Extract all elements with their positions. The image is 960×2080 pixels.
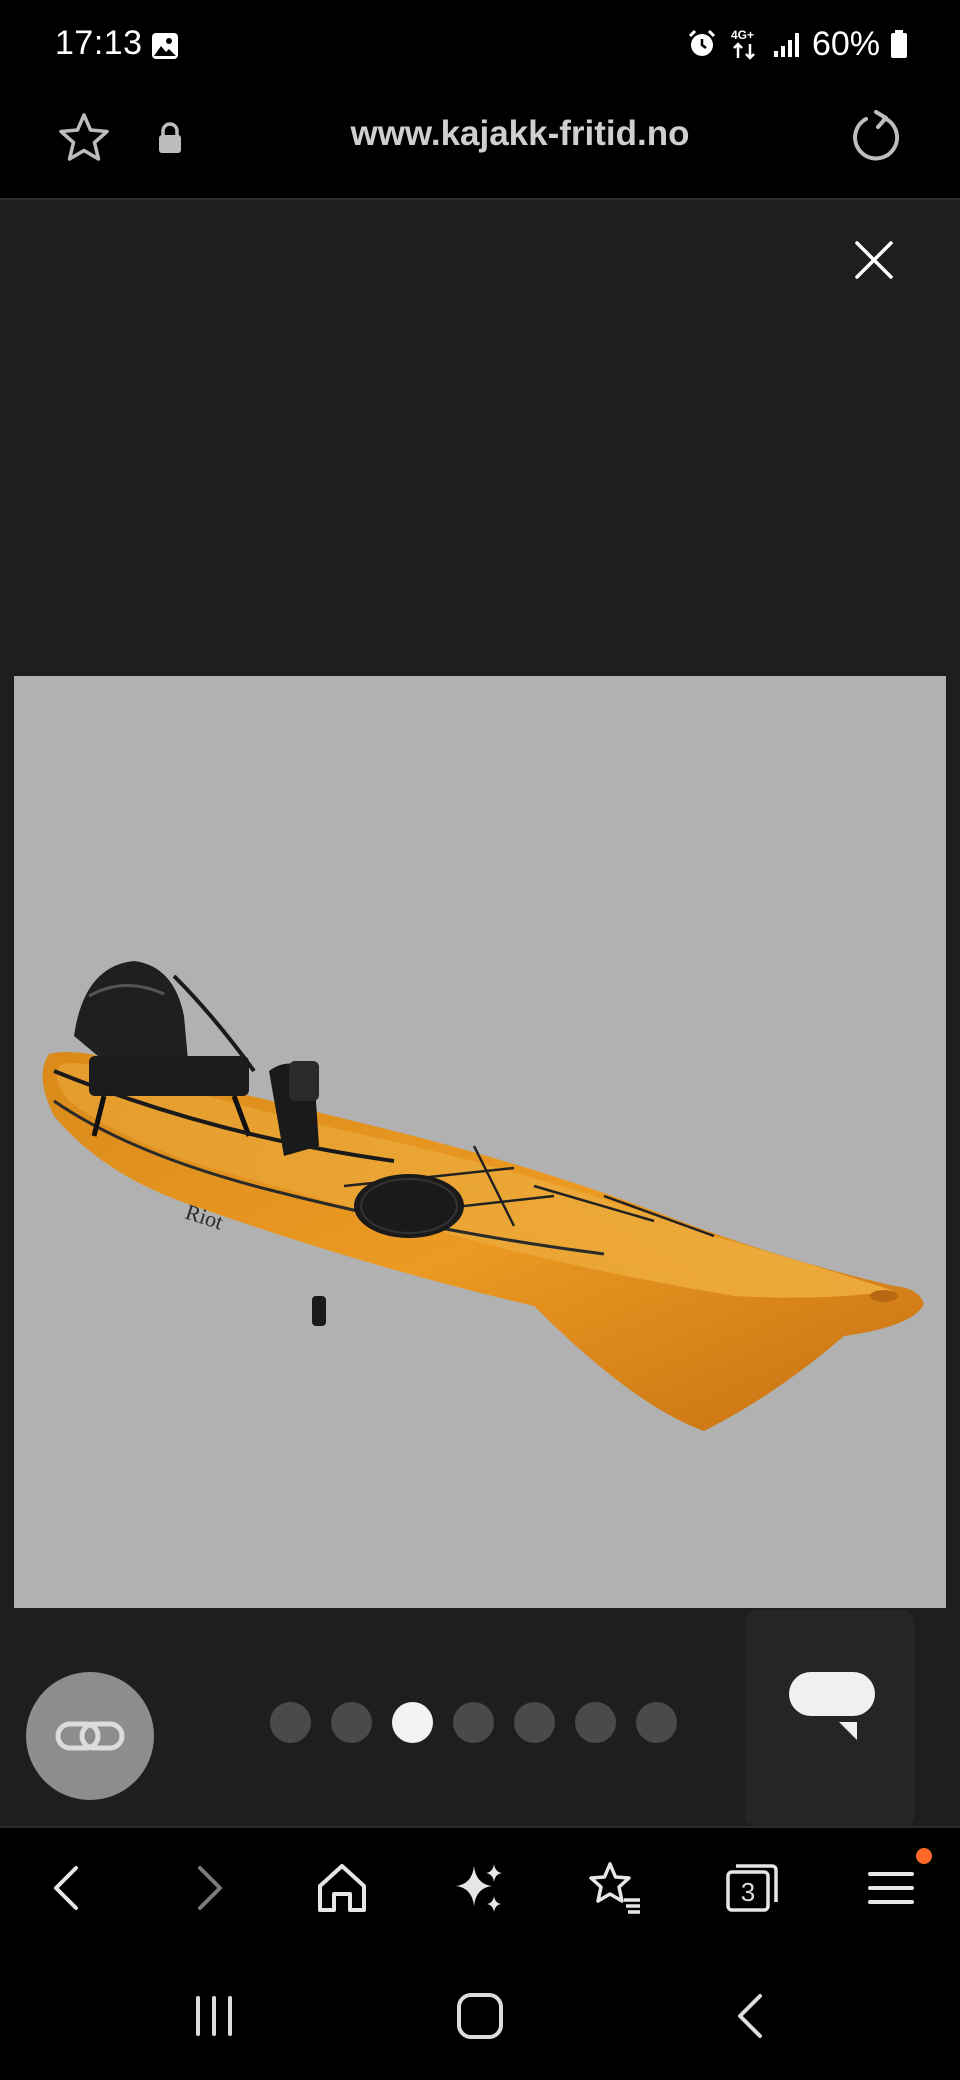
address-bar: www.kajakk-fritid.no <box>0 92 960 198</box>
system-navbar <box>0 1950 960 2080</box>
kayak-photo: Riot <box>42 961 925 1431</box>
browser-toolbar: 3 <box>0 1826 960 1950</box>
pagination-dot[interactable] <box>331 1702 372 1743</box>
notification-dot <box>916 1848 932 1864</box>
alarm-icon <box>688 29 715 56</box>
star-icon[interactable] <box>56 110 112 166</box>
home-icon[interactable] <box>310 1856 374 1920</box>
back-icon[interactable] <box>36 1856 100 1920</box>
pagination-dot[interactable] <box>270 1702 311 1743</box>
pagination-dot[interactable] <box>453 1702 494 1743</box>
sparkle-icon[interactable] <box>448 1856 512 1920</box>
menu-icon <box>868 1872 914 1904</box>
system-back-icon[interactable] <box>722 1986 782 2046</box>
chat-icon <box>789 1672 875 1740</box>
link-button[interactable] <box>26 1672 154 1800</box>
status-time: 17:13 <box>55 24 143 62</box>
bookmarks-icon[interactable] <box>582 1856 646 1920</box>
battery-percent: 60% <box>811 24 880 63</box>
gallery-icon <box>152 33 178 59</box>
image-pagination <box>270 1702 677 1743</box>
battery-icon <box>891 30 907 58</box>
status-indicators: 4G+ 60% <box>686 22 908 66</box>
lock-icon <box>159 122 181 153</box>
signal-icon <box>773 33 799 57</box>
home-button-icon[interactable] <box>450 1986 510 2046</box>
tab-count: 3 <box>740 1877 756 1907</box>
pagination-dot-active[interactable] <box>392 1702 433 1743</box>
tabs-button[interactable]: 3 <box>720 1856 784 1920</box>
forward-icon[interactable] <box>176 1856 240 1920</box>
url-text[interactable]: www.kajakk-fritid.no <box>200 114 840 154</box>
link-icon <box>55 1721 125 1751</box>
network-label: 4G+ <box>731 28 754 42</box>
network-data-icon: 4G+ <box>731 28 755 60</box>
pagination-dot[interactable] <box>636 1702 677 1743</box>
pagination-dot[interactable] <box>514 1702 555 1743</box>
status-bar: 17:13 4G+ 60% <box>0 0 960 92</box>
recent-apps-icon[interactable] <box>184 1986 244 2046</box>
chat-button[interactable] <box>745 1610 915 1828</box>
close-icon[interactable] <box>852 238 896 282</box>
product-image[interactable]: Riot <box>14 676 946 1608</box>
reload-icon[interactable] <box>846 108 906 168</box>
menu-button[interactable] <box>860 1848 932 1920</box>
image-viewer: Riot <box>0 198 960 1828</box>
pagination-dot[interactable] <box>575 1702 616 1743</box>
